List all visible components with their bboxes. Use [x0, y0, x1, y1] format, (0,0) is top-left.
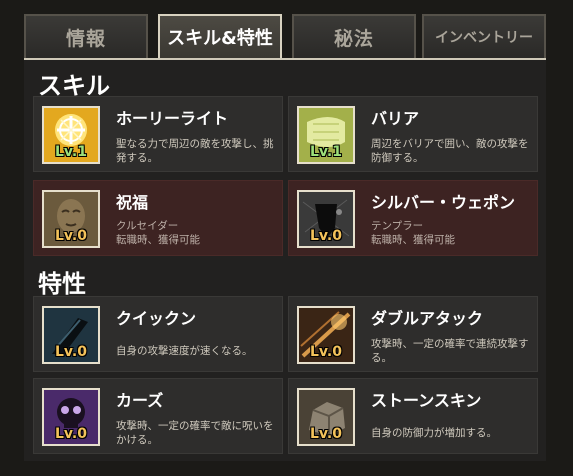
skill-requirement: テンプラー 転職時、獲得可能 — [371, 220, 455, 246]
traits-heading: 特性 — [38, 270, 86, 298]
skill-level: Lv.0 — [55, 228, 87, 244]
skill-level: Lv.1 — [310, 144, 342, 160]
trait-description: 自身の防御力が増加する。 — [371, 427, 497, 439]
skill-requirement: クルセイダー 転職時、獲得可能 — [116, 220, 200, 246]
blessing-icon: Lv.0 — [42, 190, 100, 248]
tab-bar: 情報 スキル&特性 秘法 インベントリー — [24, 14, 546, 58]
stone-skin-icon: Lv.0 — [297, 388, 355, 446]
tab-secret-arts[interactable]: 秘法 — [292, 14, 416, 58]
skill-name: ホーリーライト — [116, 109, 229, 128]
skill-card-blessing[interactable]: Lv.0 祝福 クルセイダー 転職時、獲得可能 — [33, 180, 283, 256]
trait-description: 自身の攻撃速度が速くなる。 — [116, 345, 253, 357]
trait-card-quicken[interactable]: Lv.0 クイックン 自身の攻撃速度が速くなる。 — [33, 296, 283, 372]
double-attack-icon: Lv.0 — [297, 306, 355, 364]
barrier-icon: Lv.1 — [297, 106, 355, 164]
trait-name: カーズ — [116, 391, 164, 410]
silver-weapon-icon: Lv.0 — [297, 190, 355, 248]
quicken-icon: Lv.0 — [42, 306, 100, 364]
tab-skills-traits[interactable]: スキル&特性 — [158, 14, 282, 58]
skill-level: Lv.1 — [55, 144, 87, 160]
skill-name: 祝福 — [116, 193, 149, 212]
skill-description: 周辺をバリアで囲い、敵の攻撃を防御する。 — [371, 138, 529, 164]
trait-card-double-attack[interactable]: Lv.0 ダブルアタック 攻撃時、一定の確率で連続攻撃する。 — [288, 296, 538, 372]
trait-name: ダブルアタック — [371, 309, 484, 328]
skill-card-holy-light[interactable]: Lv.1 ホーリーライト 聖なる力で周辺の敵を攻撃し、挑発する。 — [33, 96, 283, 172]
tab-info[interactable]: 情報 — [24, 14, 148, 58]
trait-description: 攻撃時、一定の確率で敵に呪いをかける。 — [116, 420, 274, 446]
skill-card-barrier[interactable]: Lv.1 バリア 周辺をバリアで囲い、敵の攻撃を防御する。 — [288, 96, 538, 172]
trait-level: Lv.0 — [55, 426, 87, 442]
trait-level: Lv.0 — [310, 426, 342, 442]
skill-description: 聖なる力で周辺の敵を攻撃し、挑発する。 — [116, 138, 274, 164]
trait-name: クイックン — [116, 309, 197, 328]
tab-inventory[interactable]: インベントリー — [422, 14, 546, 58]
skill-card-silver-weapon[interactable]: Lv.0 シルバー・ウェポン テンプラー 転職時、獲得可能 — [288, 180, 538, 256]
trait-level: Lv.0 — [55, 344, 87, 360]
trait-description: 攻撃時、一定の確率で連続攻撃する。 — [371, 338, 529, 364]
holy-light-icon: Lv.1 — [42, 106, 100, 164]
trait-card-stone-skin[interactable]: Lv.0 ストーンスキン 自身の防御力が増加する。 — [288, 378, 538, 454]
trait-name: ストーンスキン — [371, 391, 482, 410]
trait-level: Lv.0 — [310, 344, 342, 360]
skill-level: Lv.0 — [310, 228, 342, 244]
trait-card-curse[interactable]: Lv.0 カーズ 攻撃時、一定の確率で敵に呪いをかける。 — [33, 378, 283, 454]
skill-name: バリア — [371, 109, 420, 128]
curse-icon: Lv.0 — [42, 388, 100, 446]
skill-name: シルバー・ウェポン — [371, 193, 516, 212]
